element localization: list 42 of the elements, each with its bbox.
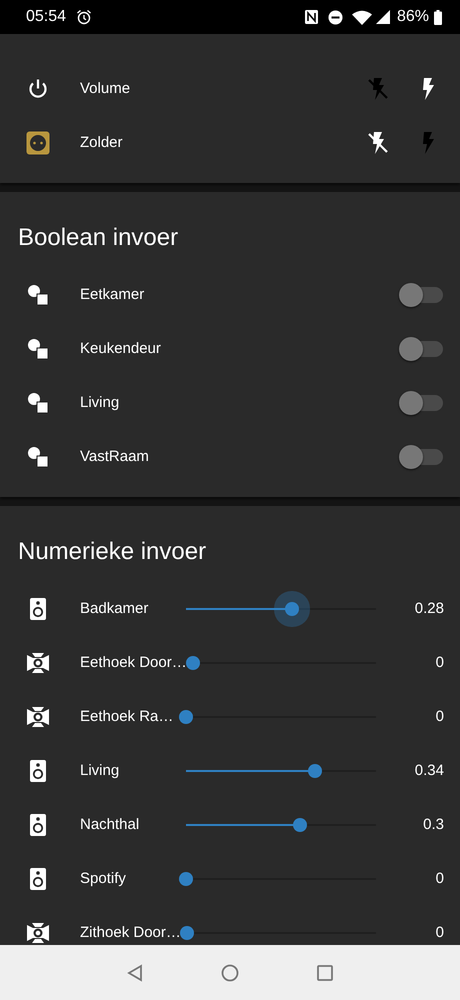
entity-name: Nachthal	[80, 814, 140, 835]
battery-percentage: 86%	[396, 7, 429, 27]
value-reading: 0.34	[414, 760, 444, 781]
nfc-icon	[304, 9, 319, 25]
entity-name: Eetkamer	[80, 284, 146, 305]
back-icon[interactable]	[127, 964, 143, 982]
value-reading: 0	[434, 706, 444, 727]
shapes-icon	[26, 283, 50, 307]
value-reading: 0	[434, 922, 444, 943]
home-icon[interactable]	[221, 964, 239, 982]
entity-name: Eethoek Door…	[80, 652, 187, 673]
shapes-icon	[26, 337, 50, 361]
entity-name: Zithoek Door…	[80, 922, 181, 943]
wifi-icon	[352, 10, 372, 24]
value-reading: 0.28	[414, 598, 444, 619]
entity-name: Zolder	[80, 132, 124, 153]
entity-name: VastRaam	[80, 446, 150, 467]
flash-off-icon[interactable]	[366, 131, 390, 155]
do-not-disturb-icon	[328, 10, 343, 24]
value-reading: 0	[434, 652, 444, 673]
shapes-icon	[26, 445, 50, 469]
lens-icon	[26, 705, 50, 729]
entity-name: Living	[80, 760, 120, 781]
lens-icon	[26, 921, 50, 945]
signal-icon	[376, 10, 390, 24]
alarm-clock-icon	[76, 9, 92, 25]
entity-name: Keukendeur	[80, 338, 162, 359]
shapes-icon	[26, 391, 50, 415]
entity-name: Spotify	[80, 868, 127, 889]
power-outlet-icon	[26, 131, 50, 155]
value-reading: 0.3	[422, 814, 444, 835]
section-title: Numerieke invoer	[18, 537, 206, 567]
section-title: Boolean invoer	[18, 223, 178, 253]
entity-name: Volume	[80, 78, 132, 99]
battery-icon	[434, 10, 442, 24]
entity-name: Living	[80, 392, 120, 413]
value-reading: 0	[434, 868, 444, 889]
entity-name: Eethoek Ra…	[80, 706, 174, 727]
entity-name: Badkamer	[80, 598, 150, 619]
recents-icon[interactable]	[317, 964, 333, 980]
lens-icon	[26, 651, 50, 675]
clock-time: 05:54	[26, 7, 66, 27]
